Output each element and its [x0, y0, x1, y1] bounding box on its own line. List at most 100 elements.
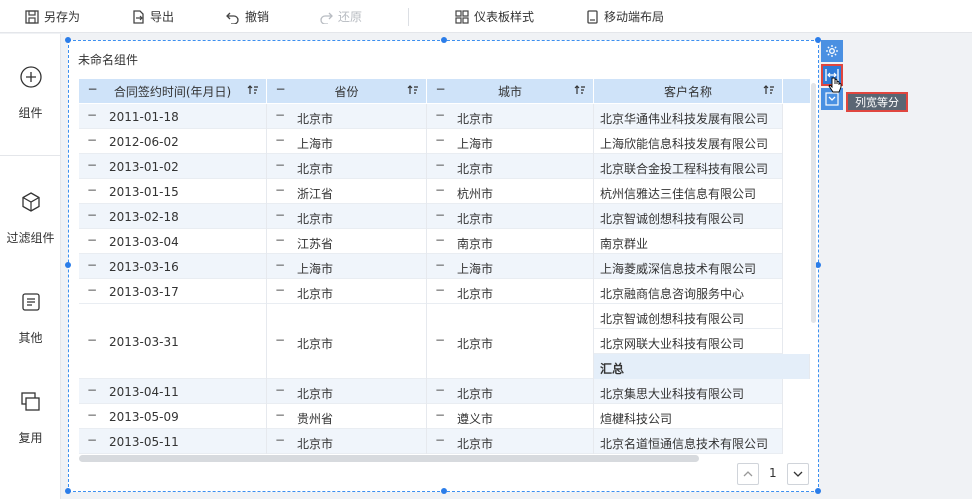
cell-date: 2013-03-17	[109, 285, 179, 299]
column-header-city[interactable]: − 城市	[427, 79, 594, 103]
export-label: 导出	[150, 10, 175, 24]
settings-button[interactable]	[821, 40, 843, 62]
export-button[interactable]: 导出	[131, 0, 174, 33]
collapse-toggle[interactable]: −	[435, 254, 445, 276]
cell-customer: 南京群业	[600, 237, 649, 251]
mobile-layout-button[interactable]: 移动端布局	[585, 0, 664, 33]
table-row[interactable]: −2013-05-09 − 贵州省 − 遵义市 煊楗科技公司	[79, 404, 783, 429]
collapse-toggle[interactable]: −	[87, 429, 97, 451]
collapse-toggle[interactable]: −	[275, 254, 285, 276]
collapse-toggle[interactable]: −	[275, 379, 285, 401]
collapse-toggle[interactable]: −	[275, 304, 285, 376]
collapse-toggle[interactable]: −	[87, 104, 97, 126]
collapse-toggle[interactable]: −	[435, 279, 445, 301]
collapse-toggle[interactable]: −	[87, 154, 97, 176]
collapse-toggle[interactable]: −	[275, 179, 285, 201]
table-widget[interactable]: 未命名组件 − 合同签约时间(年月日) − 省份 − 城市 客户名称 − 201…	[65, 37, 821, 494]
resize-handle[interactable]	[441, 488, 447, 494]
cell-province: 北京市	[297, 437, 334, 451]
table-row[interactable]: −2011-01-18 − 北京市 − 北京市 北京华通伟业科技发展有限公司	[79, 104, 783, 129]
sidebar-item-others[interactable]: 其他	[0, 289, 61, 346]
cell-date: 2013-04-11	[109, 385, 179, 399]
resize-handle[interactable]	[65, 262, 71, 268]
table-row[interactable]: −2013-03-16 − 上海市 − 上海市 上海菱威深信息技术有限公司	[79, 254, 783, 279]
collapse-toggle[interactable]: −	[435, 379, 445, 401]
collapse-toggle[interactable]: −	[275, 204, 285, 226]
resize-handle[interactable]	[441, 37, 447, 43]
table-row[interactable]: −2012-06-02 − 上海市 − 上海市 上海欣能信息科技发展有限公司	[79, 129, 783, 154]
prev-page-button[interactable]	[737, 463, 759, 485]
collapse-toggle[interactable]: −	[435, 429, 445, 451]
table-row[interactable]: −2013-01-02 − 北京市 − 北京市 北京联合金投工程科技有限公司	[79, 154, 783, 179]
save-as-button[interactable]: 另存为	[25, 0, 80, 33]
collapse-toggle[interactable]: −	[275, 404, 285, 426]
collapse-toggle[interactable]: −	[275, 279, 285, 301]
collapse-toggle[interactable]: −	[435, 404, 445, 426]
collapse-toggle[interactable]: −	[87, 179, 97, 201]
mobile-layout-icon	[587, 9, 598, 24]
collapse-toggle[interactable]: −	[87, 204, 97, 226]
undo-icon	[226, 12, 239, 24]
collapse-toggle[interactable]: −	[435, 229, 445, 251]
collapse-toggle[interactable]: −	[87, 83, 98, 96]
collapse-toggle[interactable]: −	[275, 104, 285, 126]
column-header-label: 省份	[334, 84, 359, 99]
resize-handle[interactable]	[815, 488, 821, 494]
resize-handle[interactable]	[65, 37, 71, 43]
cell-customer: 北京智诚创想科技有限公司	[600, 312, 745, 326]
table-row[interactable]: −2013-03-17 − 北京市 − 北京市 北京融商信息咨询服务中心	[79, 279, 783, 304]
collapse-toggle[interactable]: −	[275, 154, 285, 176]
collapse-toggle[interactable]: −	[87, 379, 97, 401]
collapse-toggle[interactable]: −	[435, 104, 445, 126]
column-header-date[interactable]: − 合同签约时间(年月日)	[79, 79, 267, 103]
sidebar-item-filter-components[interactable]: 过滤组件	[0, 189, 61, 246]
left-sidebar: 组件 过滤组件 其他 复用	[0, 34, 61, 499]
collapse-toggle[interactable]: −	[275, 129, 285, 151]
save-icon	[25, 9, 39, 24]
table-row[interactable]: −2013-05-11 − 北京市 − 北京市 北京名道恒通信息技术有限公司	[79, 429, 783, 454]
collapse-toggle[interactable]: −	[435, 304, 445, 376]
dashboard-style-button[interactable]: 仪表板样式	[455, 0, 534, 33]
collapse-toggle[interactable]: −	[435, 179, 445, 201]
table-header: − 合同签约时间(年月日) − 省份 − 城市 客户名称	[79, 79, 810, 103]
table-row-merged[interactable]: −2013-03-31 − 北京市 − 北京市 北京智诚创想科技有限公司 北京网联大…	[79, 304, 810, 379]
table-row[interactable]: −2013-02-18 − 北京市 − 北京市 北京智诚创想科技有限公司	[79, 204, 783, 229]
collapse-toggle[interactable]: −	[87, 279, 97, 301]
cell-customer: 北京联合金投工程科技有限公司	[600, 162, 769, 176]
sidebar-item-reuse[interactable]: 复用	[0, 389, 61, 446]
cell-date: 2011-01-18	[109, 110, 179, 124]
collapse-toggle[interactable]: −	[87, 254, 97, 276]
collapse-toggle[interactable]: −	[435, 204, 445, 226]
horizontal-scrollbar[interactable]	[79, 455, 699, 462]
collapse-toggle[interactable]: −	[275, 429, 285, 451]
collapse-toggle[interactable]: −	[87, 404, 97, 426]
collapse-toggle[interactable]: −	[87, 304, 97, 376]
table-row[interactable]: −2013-03-04 − 江苏省 − 南京市 南京群业	[79, 229, 783, 254]
collapse-toggle[interactable]: −	[87, 229, 97, 251]
collapse-toggle[interactable]: −	[435, 154, 445, 176]
collapse-toggle[interactable]: −	[87, 129, 97, 151]
resize-handle[interactable]	[65, 488, 71, 494]
table-row[interactable]: −2013-01-15 − 浙江省 − 杭州市 杭州信雅达三佳信息有限公司	[79, 179, 783, 204]
column-header-province[interactable]: − 省份	[267, 79, 427, 103]
collapse-toggle[interactable]: −	[275, 229, 285, 251]
chevron-down-icon	[793, 471, 803, 477]
column-header-customer[interactable]: 客户名称	[594, 79, 783, 103]
sort-icon[interactable]	[247, 84, 259, 96]
sort-icon[interactable]	[574, 84, 586, 96]
vertical-scrollbar[interactable]	[811, 83, 816, 323]
sidebar-item-label: 其他	[18, 331, 43, 345]
collapse-toggle[interactable]: −	[435, 83, 446, 96]
collapse-toggle[interactable]: −	[435, 129, 445, 151]
next-page-button[interactable]	[787, 463, 809, 485]
sidebar-item-components[interactable]: 组件	[0, 64, 61, 121]
sort-icon[interactable]	[763, 84, 775, 96]
cell-province: 贵州省	[297, 412, 334, 426]
collapse-toggle[interactable]: −	[275, 83, 286, 96]
cell-customer: 煊楗科技公司	[600, 412, 673, 426]
undo-button[interactable]: 撤销	[226, 0, 269, 33]
redo-button[interactable]: 还原	[319, 0, 362, 33]
sort-icon[interactable]	[407, 84, 419, 96]
table-row[interactable]: −2013-04-11 − 北京市 − 北京市 北京集思大业科技有限公司	[79, 379, 783, 404]
cell-province: 上海市	[297, 137, 334, 151]
